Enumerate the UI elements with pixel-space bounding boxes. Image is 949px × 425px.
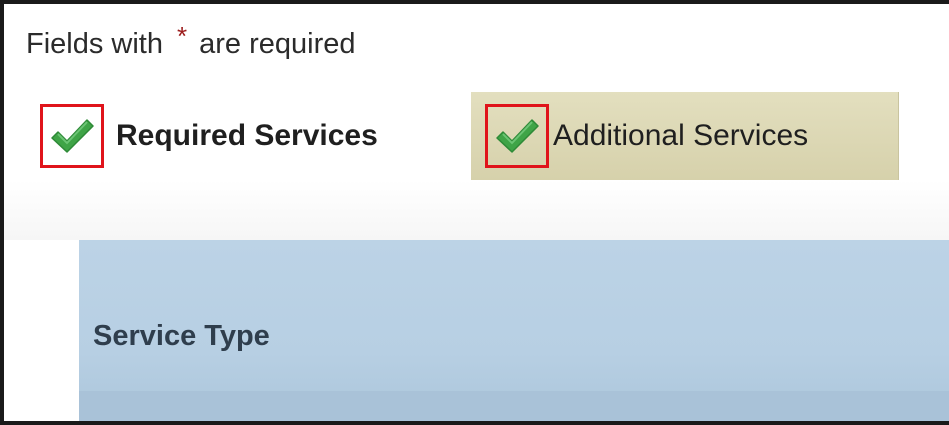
tab-required-services[interactable]: Required Services: [36, 92, 456, 180]
form-panel: Fields with * are required Required Serv…: [0, 0, 949, 425]
checkmark-icon: [485, 104, 549, 168]
required-star-icon: *: [177, 21, 188, 51]
required-note-suffix: are required: [199, 28, 356, 60]
services-table-header: Service Type: [79, 240, 949, 421]
tab-additional-services[interactable]: Additional Services: [471, 92, 899, 180]
column-header-service-type[interactable]: Service Type: [93, 320, 270, 353]
service-tabs: Required Services Additional Services: [4, 92, 949, 182]
table-header-band: [79, 391, 949, 421]
required-fields-note: Fields with * are required: [26, 21, 356, 61]
tab-label: Additional Services: [553, 119, 809, 152]
tab-content-divider: [4, 180, 949, 240]
required-note-prefix: Fields with: [26, 28, 163, 60]
checkmark-icon: [40, 104, 104, 168]
tab-label: Required Services: [116, 119, 378, 152]
